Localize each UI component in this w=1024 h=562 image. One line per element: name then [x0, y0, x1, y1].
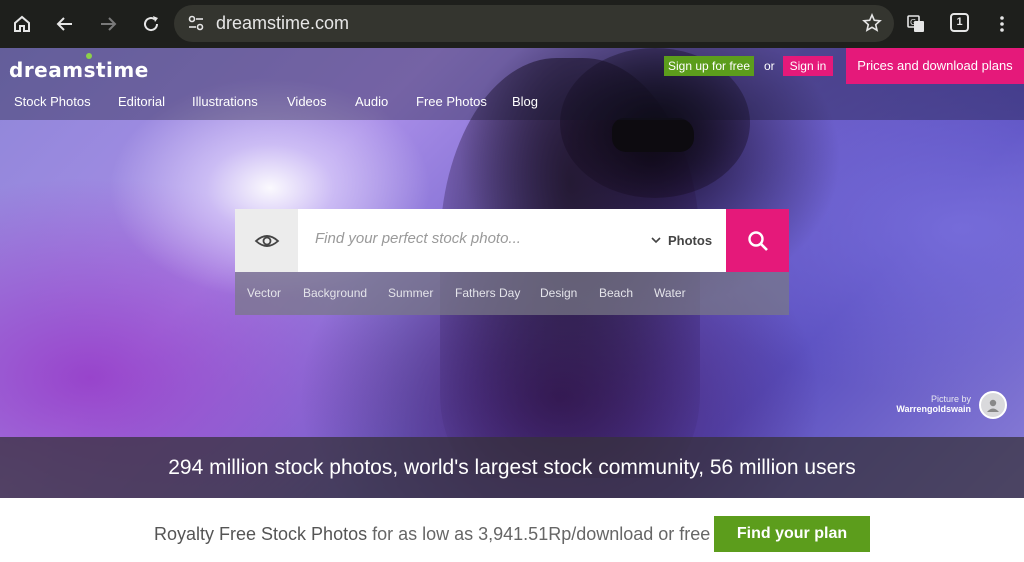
forward-icon[interactable] [94, 10, 122, 38]
promo-bar: Royalty Free Stock Photos for as low as … [0, 498, 1024, 562]
signup-button[interactable]: Sign up for free [664, 56, 754, 76]
search-bar: Photos [235, 209, 789, 272]
or-label: or [764, 59, 775, 73]
star-icon[interactable] [858, 9, 886, 37]
nav-audio[interactable]: Audio [355, 94, 388, 109]
chevron-down-icon [651, 237, 661, 244]
search-input[interactable] [315, 230, 645, 247]
nav-editorial[interactable]: Editorial [118, 94, 165, 109]
avatar[interactable] [979, 391, 1007, 419]
hero-photo-glasses [612, 118, 694, 152]
tag-beach[interactable]: Beach [599, 286, 633, 300]
search-icon [747, 230, 768, 251]
nav-videos[interactable]: Videos [287, 94, 327, 109]
logo-dot-icon [86, 53, 92, 59]
tag-summer[interactable]: Summer [388, 286, 433, 300]
address-bar[interactable]: dreamstime.com [174, 5, 894, 42]
promo-text: Royalty Free Stock Photos for as low as … [154, 524, 710, 545]
prices-button[interactable]: Prices and download plans [846, 48, 1024, 84]
back-icon[interactable] [51, 10, 79, 38]
site-settings-icon[interactable] [182, 9, 210, 37]
find-plan-button[interactable]: Find your plan [714, 516, 870, 552]
tag-fathers-day[interactable]: Fathers Day [455, 286, 520, 300]
photo-credit: Picture by Warrengoldswain [896, 394, 971, 414]
nav-blog[interactable]: Blog [512, 94, 538, 109]
tag-design[interactable]: Design [540, 286, 577, 300]
visual-search-button[interactable] [235, 209, 298, 272]
signin-button[interactable]: Sign in [783, 56, 833, 76]
promo-title: Royalty Free Stock Photos [154, 524, 368, 544]
user-icon [987, 399, 999, 412]
nav-illustrations[interactable]: Illustrations [192, 94, 258, 109]
credit-author-link[interactable]: Warrengoldswain [896, 404, 971, 414]
tag-vector[interactable]: Vector [247, 286, 281, 300]
svg-text:G: G [910, 18, 916, 27]
nav-stock-photos[interactable]: Stock Photos [14, 94, 91, 109]
promo-price: for as low as 3,941.51Rp/download or fre… [367, 524, 711, 544]
site-logo[interactable]: dreamstime [9, 58, 149, 82]
menu-icon[interactable] [988, 10, 1016, 38]
translate-icon[interactable]: G [902, 10, 930, 38]
site-header: dreamstime Sign up for free or Sign in P… [0, 48, 1024, 120]
tag-background[interactable]: Background [303, 286, 367, 300]
nav-free-photos[interactable]: Free Photos [416, 94, 487, 109]
home-icon[interactable] [8, 10, 36, 38]
search-button[interactable] [726, 209, 789, 272]
browser-toolbar: dreamstime.com G 1 [0, 0, 1024, 48]
search-type-label: Photos [668, 233, 713, 248]
hero-banner: dreamstime Sign up for free or Sign in P… [0, 48, 1024, 498]
url-text[interactable]: dreamstime.com [216, 13, 349, 34]
credit-by-label: Picture by [930, 394, 971, 404]
reload-icon[interactable] [137, 10, 165, 38]
eye-icon [254, 234, 279, 247]
tab-count-button[interactable]: 1 [950, 13, 969, 32]
stats-banner: 294 million stock photos, world's larges… [0, 437, 1024, 498]
suggested-tags: Vector Background Summer Fathers Day Des… [235, 272, 789, 315]
tag-water[interactable]: Water [654, 286, 686, 300]
